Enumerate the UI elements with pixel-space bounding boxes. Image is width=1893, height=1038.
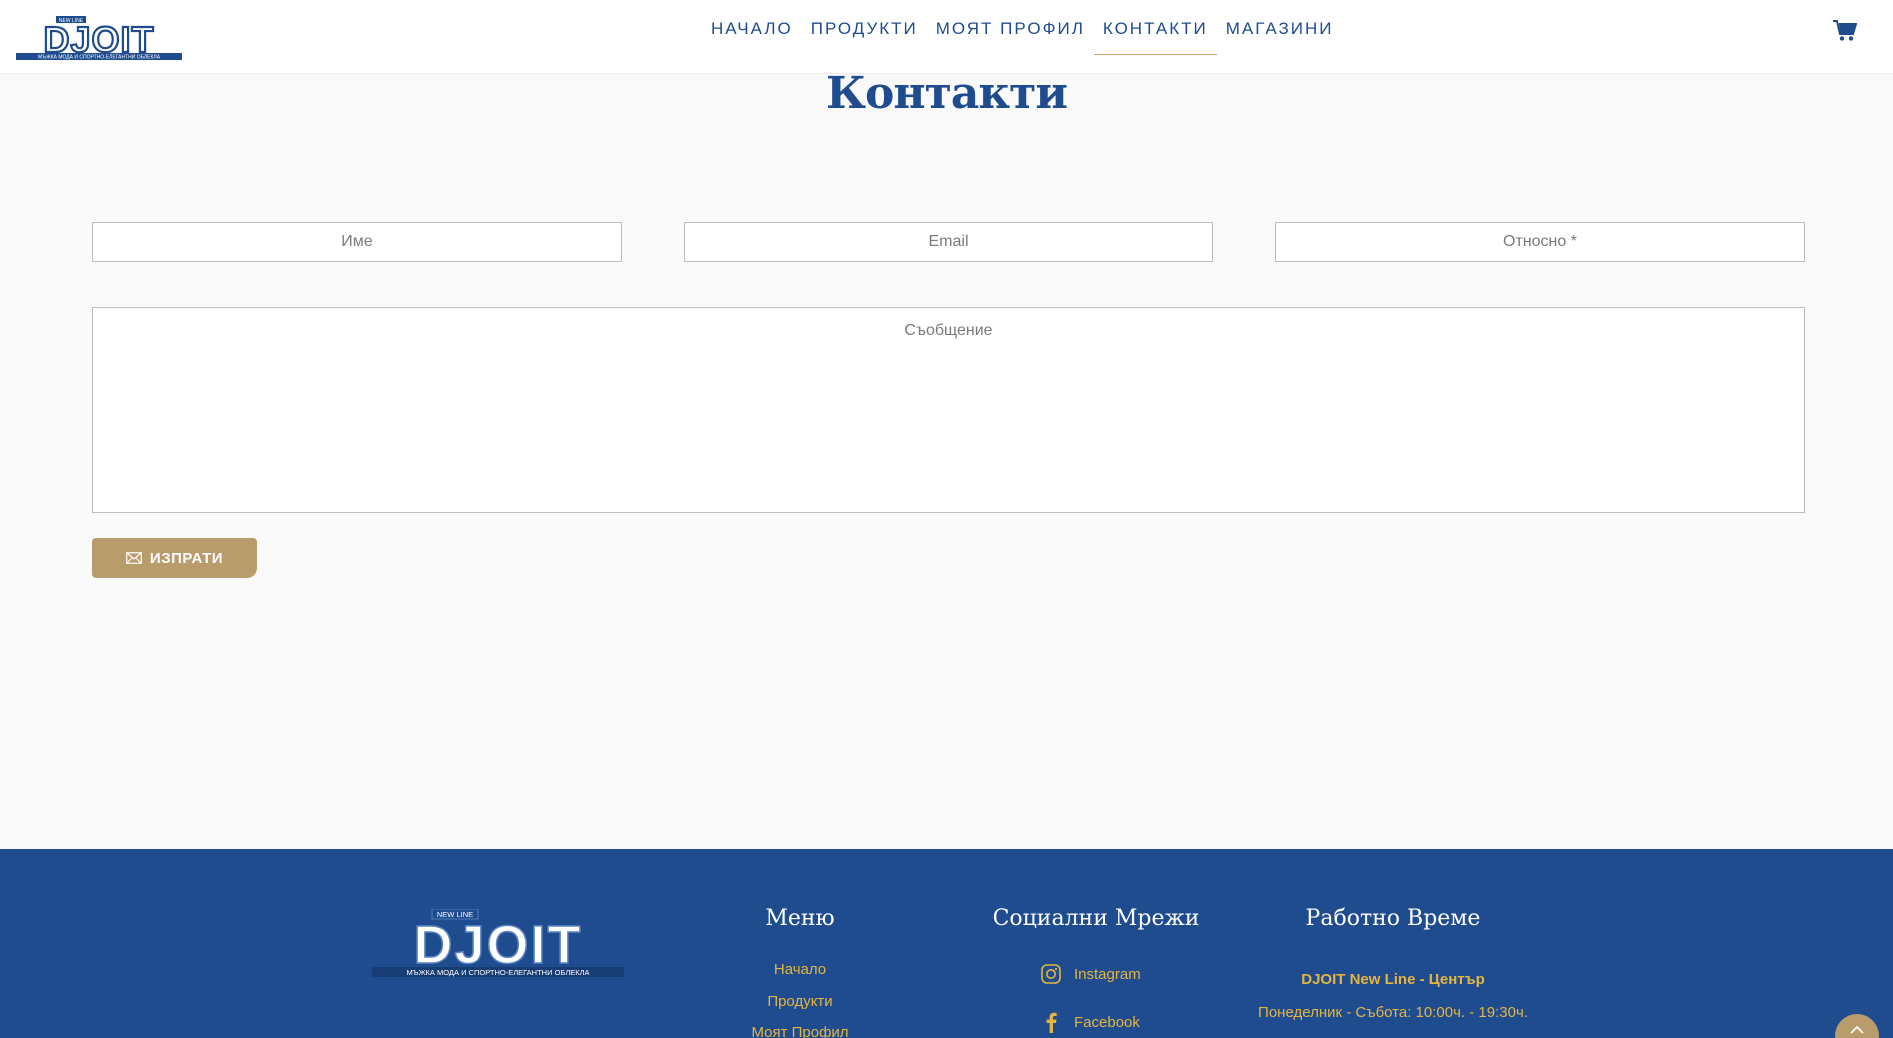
- facebook-icon: [1046, 1012, 1057, 1033]
- svg-text:МЪЖКА МОДА И СПОРТНО-ЕЛЕГАНТНИ: МЪЖКА МОДА И СПОРТНО-ЕЛЕГАНТНИ ОБЛЕКЛА: [406, 968, 589, 977]
- site-header: NEW LINE DJOIT МЪЖКА МОДА И СПОРТНО-ЕЛЕГ…: [0, 0, 1893, 74]
- svg-text:DJOIT: DJOIT: [413, 915, 582, 975]
- store-schedule: Понеделник - Събота: 10:00ч. - 19:30ч.: [1258, 1004, 1528, 1021]
- envelope-icon: [126, 552, 142, 564]
- footer-link-facebook[interactable]: Facebook: [1040, 1011, 1140, 1033]
- instagram-label: Instagram: [1074, 965, 1141, 983]
- nav-item-home[interactable]: НАЧАЛО: [702, 0, 802, 58]
- nav-item-my-profile[interactable]: МОЯТ ПРОФИЛ: [927, 0, 1094, 58]
- send-button[interactable]: ИЗПРАТИ: [92, 538, 257, 578]
- email-input[interactable]: [684, 222, 1213, 262]
- svg-text:МЪЖКА МОДА И СПОРТНО-ЕЛЕГАНТНИ: МЪЖКА МОДА И СПОРТНО-ЕЛЕГАНТНИ ОБЛЕКЛА: [38, 55, 161, 61]
- footer-hours-title: Работно Време: [1305, 906, 1481, 931]
- footer-link-my-profile[interactable]: Моят Профил: [700, 1024, 900, 1038]
- store-name: DJOIT New Line - Център: [1301, 971, 1485, 988]
- nav-item-stores[interactable]: МАГАЗИНИ: [1217, 0, 1343, 58]
- footer-link-instagram[interactable]: Instagram: [1040, 963, 1141, 985]
- footer-link-products[interactable]: Продукти: [700, 993, 900, 1010]
- nav-item-contacts[interactable]: КОНТАКТИ: [1093, 0, 1217, 58]
- facebook-label: Facebook: [1074, 1013, 1140, 1031]
- chevron-up-icon: [1850, 1026, 1864, 1034]
- nav-item-products[interactable]: ПРОДУКТИ: [802, 0, 927, 58]
- footer-social-title: Социални Мрежи: [992, 906, 1200, 931]
- name-input[interactable]: [92, 222, 622, 262]
- message-textarea[interactable]: [92, 307, 1805, 513]
- instagram-icon: [1041, 964, 1061, 984]
- djoit-logo[interactable]: NEW LINE DJOIT МЪЖКА МОДА И СПОРТНО-ЕЛЕГ…: [16, 16, 182, 62]
- send-button-label: ИЗПРАТИ: [149, 549, 224, 567]
- page-title: Контакти: [825, 68, 1068, 119]
- site-footer: NEW LINE DJOIT МЪЖКА МОДА И СПОРТНО-ЕЛЕГ…: [0, 849, 1893, 1038]
- footer-link-home[interactable]: Начало: [700, 961, 900, 978]
- subject-input[interactable]: [1275, 222, 1805, 262]
- footer-djoit-logo[interactable]: NEW LINE DJOIT МЪЖКА МОДА И СПОРТНО-ЕЛЕГ…: [372, 909, 624, 979]
- main-nav: НАЧАЛО ПРОДУКТИ МОЯТ ПРОФИЛ КОНТАКТИ МАГ…: [702, 0, 1342, 58]
- footer-menu-title: Меню: [765, 906, 835, 931]
- shopping-cart-icon[interactable]: [1833, 20, 1857, 42]
